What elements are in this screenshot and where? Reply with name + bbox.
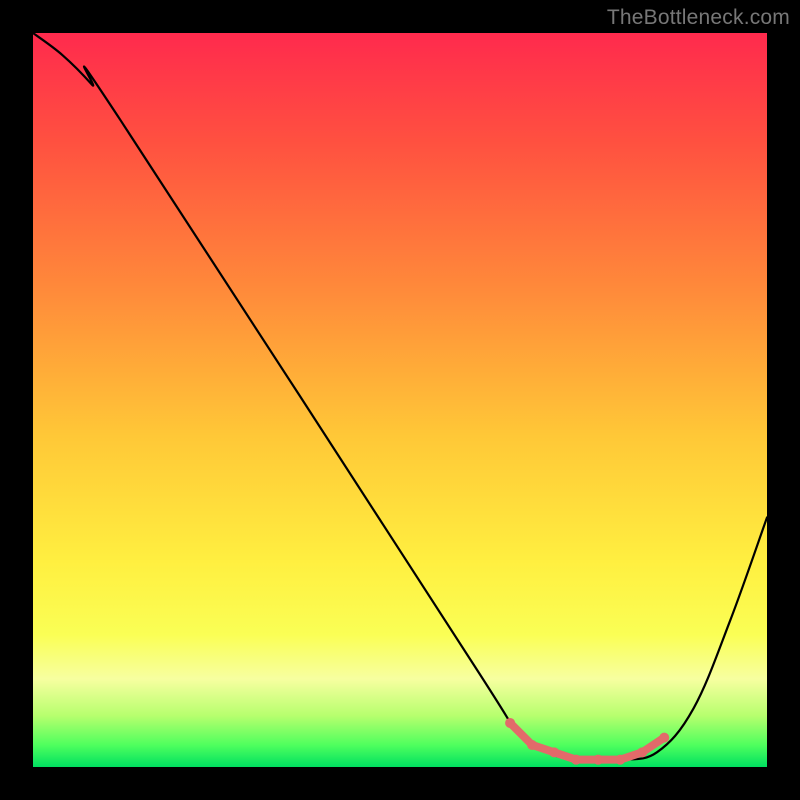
marker-dot (505, 718, 515, 728)
marker-dot (527, 740, 537, 750)
optimal-range-line (510, 723, 664, 760)
watermark-text: TheBottleneck.com (607, 6, 790, 30)
marker-dot (571, 755, 581, 765)
plot-area (33, 33, 767, 767)
bottleneck-curve (33, 33, 767, 761)
optimal-range-dots (505, 718, 669, 765)
marker-dot (659, 733, 669, 743)
marker-dot (615, 755, 625, 765)
marker-dot (549, 747, 559, 757)
curve-layer (33, 33, 767, 767)
chart-container: TheBottleneck.com (0, 0, 800, 800)
marker-dot (637, 747, 647, 757)
marker-dot (593, 755, 603, 765)
